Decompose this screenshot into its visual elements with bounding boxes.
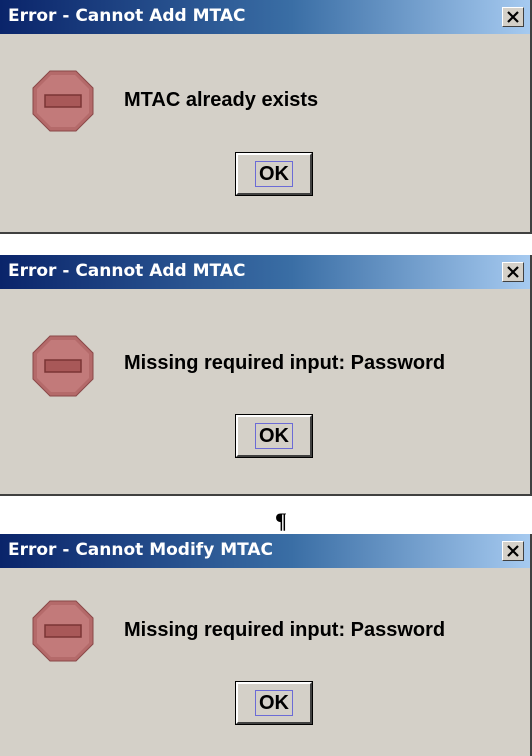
ok-button-label: OK	[255, 423, 293, 449]
error-dialog-2: Error - Cannot Add MTAC Missing required…	[0, 255, 532, 496]
ok-button-label: OK	[255, 690, 293, 716]
ok-button[interactable]: OK	[235, 414, 313, 458]
error-message: MTAC already exists	[124, 89, 319, 111]
error-dialog-3: Error - Cannot Modify MTAC Missing requi…	[0, 534, 532, 756]
title-bar[interactable]: Error - Cannot Modify MTAC	[0, 534, 530, 568]
close-icon	[507, 266, 519, 278]
ok-button[interactable]: OK	[235, 152, 313, 196]
dialog-title: Error - Cannot Modify MTAC	[8, 540, 274, 560]
stop-sign-icon	[32, 335, 94, 397]
paragraph-mark: ¶	[275, 508, 287, 533]
ok-button[interactable]: OK	[235, 681, 313, 725]
error-message: Missing required input: Password	[124, 619, 446, 641]
close-button[interactable]	[502, 541, 524, 561]
close-button[interactable]	[502, 262, 524, 282]
stop-sign-icon	[32, 70, 94, 132]
close-icon	[507, 11, 519, 23]
title-bar[interactable]: Error - Cannot Add MTAC	[0, 0, 530, 34]
close-icon	[507, 545, 519, 557]
error-message: Missing required input: Password	[124, 352, 446, 374]
title-bar[interactable]: Error - Cannot Add MTAC	[0, 255, 530, 289]
error-dialog-1: Error - Cannot Add MTAC MTAC already exi…	[0, 0, 532, 234]
dialog-title: Error - Cannot Add MTAC	[8, 6, 246, 26]
stop-sign-icon	[32, 600, 94, 662]
ok-button-label: OK	[255, 161, 293, 187]
dialog-title: Error - Cannot Add MTAC	[8, 261, 246, 281]
close-button[interactable]	[502, 7, 524, 27]
